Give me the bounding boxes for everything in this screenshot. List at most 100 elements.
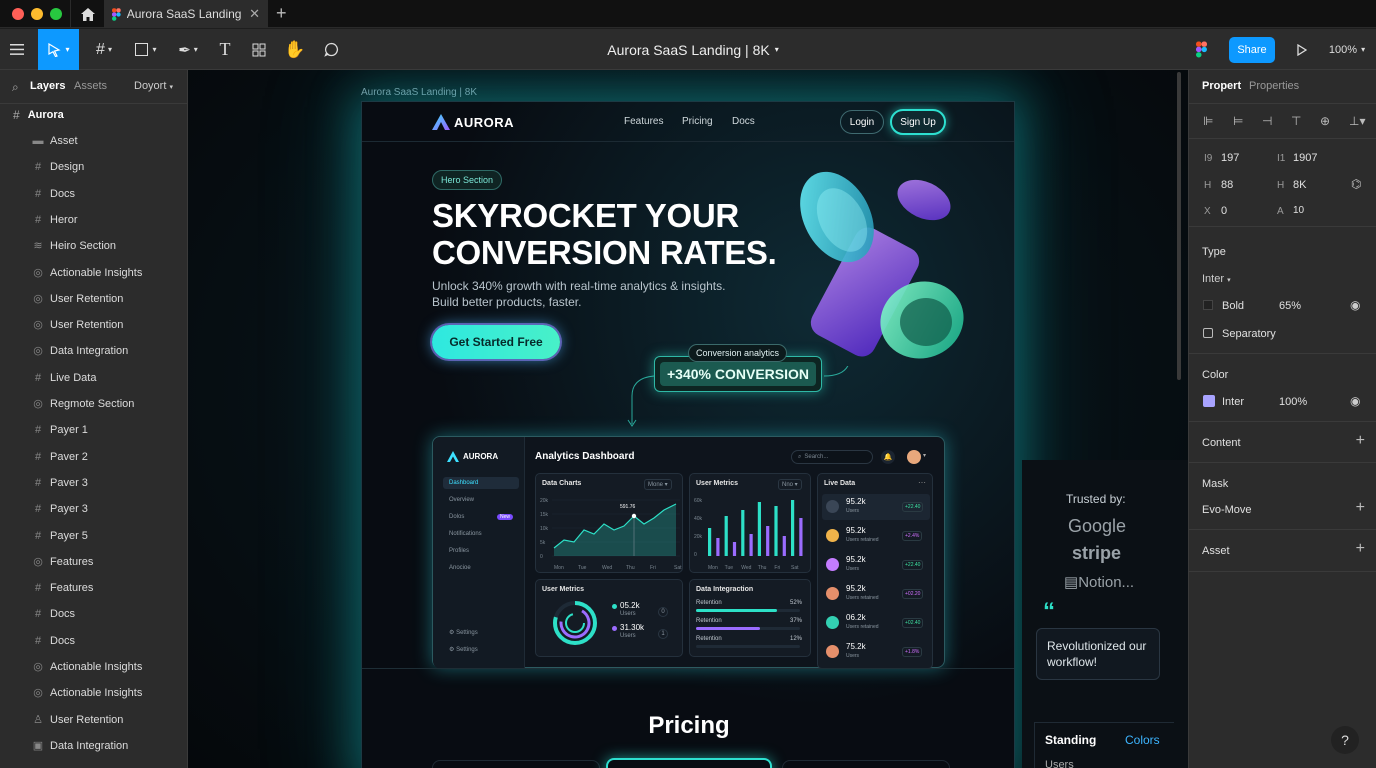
layer-item[interactable]: # Docs (0, 181, 188, 207)
layer-item[interactable]: ◎ Actionable Insights (0, 260, 188, 286)
dashboard-nav-settings-2[interactable]: ⚙ Settings (449, 646, 478, 653)
eye-icon[interactable]: ◉ (1350, 298, 1360, 312)
layer-item[interactable]: # Live Data (0, 365, 188, 391)
layer-root[interactable]: # Aurora (0, 102, 188, 128)
h-field[interactable]: 8K (1293, 179, 1306, 191)
standing-tab[interactable]: Standing (1045, 733, 1096, 747)
layer-item[interactable]: # Heror (0, 207, 188, 233)
zoom-dropdown[interactable]: 100% ▾ (1326, 29, 1368, 70)
x-field[interactable]: 197 (1221, 152, 1239, 164)
dashboard-search[interactable]: ⌕ Search... (791, 450, 873, 464)
layer-item[interactable]: # Payer 1 (0, 417, 188, 443)
bold-swatch[interactable] (1203, 300, 1213, 310)
propert-tab[interactable]: Propert (1202, 80, 1241, 92)
search-icon[interactable]: ⌕ (12, 80, 19, 95)
live-data-row[interactable]: 95.2k Users +22.40 (822, 552, 930, 578)
present-button[interactable] (1290, 29, 1314, 70)
font-weight-pct[interactable]: 65% (1279, 300, 1301, 312)
add-evo-move-icon[interactable]: + (1356, 499, 1365, 517)
user-metrics-select[interactable]: Nno ▾ (778, 479, 802, 490)
separatory-checkbox[interactable] (1203, 328, 1213, 338)
layers-tab[interactable]: Layers (30, 80, 65, 92)
canvas[interactable]: Aurora SaaS Landing | 8K AURORA Features… (188, 70, 1188, 768)
pricing-card-1[interactable] (432, 760, 600, 768)
layer-item[interactable]: ♙ User Retention (0, 707, 188, 733)
dashboard-nav-item[interactable]: Dashboard (443, 477, 519, 489)
layer-item[interactable]: ◎ Features (0, 549, 188, 575)
share-button[interactable]: Share (1229, 37, 1275, 63)
layer-item[interactable]: ≋ Heiro Section (0, 233, 188, 259)
layer-item[interactable]: ▬ Asset (0, 128, 188, 154)
layer-item[interactable]: ◎ Data Integration (0, 338, 188, 364)
shape-tool-button[interactable]: ▾ (130, 29, 162, 70)
close-tab-icon[interactable]: ✕ (249, 6, 260, 22)
help-button[interactable]: ? (1331, 726, 1359, 754)
align-right-icon[interactable]: ⊣ (1262, 114, 1272, 128)
login-button[interactable]: Login (840, 110, 884, 134)
move-tool-button[interactable]: ▾ (38, 29, 79, 70)
color-swatch[interactable] (1203, 395, 1215, 407)
bell-icon[interactable]: 🔔 (881, 450, 895, 464)
live-data-row[interactable]: 95.2k Users +22.40 (822, 494, 930, 520)
layer-item[interactable]: ◎ User Retention (0, 312, 188, 338)
layer-item[interactable]: ▣ Data Integration (0, 733, 188, 759)
minimize-window-button[interactable] (31, 8, 43, 20)
hover-point[interactable] (631, 513, 637, 519)
resources-button[interactable] (246, 29, 272, 70)
layer-item[interactable]: ◎ User Retention (0, 286, 188, 312)
layer-item[interactable]: # Payer 5 (0, 523, 188, 549)
align-center-h-icon[interactable]: ⊨ (1233, 114, 1243, 128)
more-icon[interactable]: ⋯ (918, 478, 926, 487)
live-data-row[interactable]: 75.2k Users +1.8% (822, 639, 930, 665)
color-pct[interactable]: 100% (1279, 396, 1307, 408)
y-field[interactable]: 1907 (1293, 152, 1317, 164)
layer-item[interactable]: # Docs (0, 628, 188, 654)
hand-tool-button[interactable]: ✋ (282, 29, 308, 70)
nav-brand[interactable]: AURORA (454, 115, 514, 130)
main-menu-button[interactable] (4, 29, 30, 70)
close-window-button[interactable] (12, 8, 24, 20)
dashboard-nav-item[interactable]: Overview (443, 494, 519, 506)
dashboard-nav-item[interactable]: Anocioe (443, 562, 519, 574)
pricing-card-2[interactable] (606, 758, 772, 768)
eye-icon[interactable]: ◉ (1350, 394, 1360, 408)
colors-tab[interactable]: Colors (1125, 733, 1160, 747)
home-button[interactable] (70, 0, 104, 28)
nav-link-pricing[interactable]: Pricing (682, 116, 713, 127)
layer-item[interactable]: # Payer 3 (0, 496, 188, 522)
corner-field[interactable]: 10 (1293, 205, 1304, 216)
file-tab[interactable]: Aurora SaaS Landing | 8 ✕ (104, 0, 268, 28)
page-dropdown[interactable]: Doyort ▾ (134, 80, 173, 92)
comment-tool-button[interactable] (318, 29, 344, 70)
add-content-icon[interactable]: + (1356, 432, 1365, 450)
layer-item[interactable]: # Paver 2 (0, 444, 188, 470)
dashboard-nav-item[interactable]: Notifications (443, 528, 519, 540)
align-top-icon[interactable]: ⊤ (1291, 114, 1301, 128)
live-data-row[interactable]: 95.2k Users retained +02.20 (822, 581, 930, 607)
font-dropdown[interactable]: Inter ▾ (1202, 273, 1231, 285)
signup-button[interactable]: Sign Up (890, 109, 946, 135)
font-weight[interactable]: Bold (1222, 300, 1244, 312)
properties-tab[interactable]: Properties (1249, 80, 1299, 92)
layer-item[interactable]: ◎ Actionable Insights (0, 654, 188, 680)
layer-item[interactable]: # Docs (0, 601, 188, 627)
layer-item[interactable]: # Paver 3 (0, 470, 188, 496)
distribute-icon[interactable]: ⊥▾ (1349, 114, 1365, 128)
color-name[interactable]: Inter (1222, 396, 1244, 408)
canvas-scrollbar[interactable] (1177, 72, 1181, 380)
align-center-v-icon[interactable]: ⊕ (1320, 114, 1330, 128)
dashboard-nav-settings-1[interactable]: ⚙ Settings (449, 629, 478, 636)
landing-frame[interactable]: AURORA Features Pricing Docs Login Sign … (361, 101, 1015, 768)
nav-link-docs[interactable]: Docs (732, 116, 755, 127)
dashboard-nav-item[interactable]: Dolos New (443, 511, 519, 523)
dashboard-nav-item[interactable]: Profiles (443, 545, 519, 557)
layer-item[interactable]: ◎ Regmote Section (0, 391, 188, 417)
pen-tool-button[interactable]: ✒ ▾ (172, 29, 204, 70)
assets-tab[interactable]: Assets (74, 80, 107, 92)
layer-item[interactable]: # Design (0, 154, 188, 180)
constrain-proportions-icon[interactable]: ⌬ (1351, 177, 1361, 191)
data-charts-select[interactable]: Mone ▾ (644, 479, 672, 490)
frame-label[interactable]: Aurora SaaS Landing | 8K (361, 87, 477, 98)
frame-tool-button[interactable]: # ▾ (88, 29, 120, 70)
avatar[interactable] (907, 450, 921, 464)
